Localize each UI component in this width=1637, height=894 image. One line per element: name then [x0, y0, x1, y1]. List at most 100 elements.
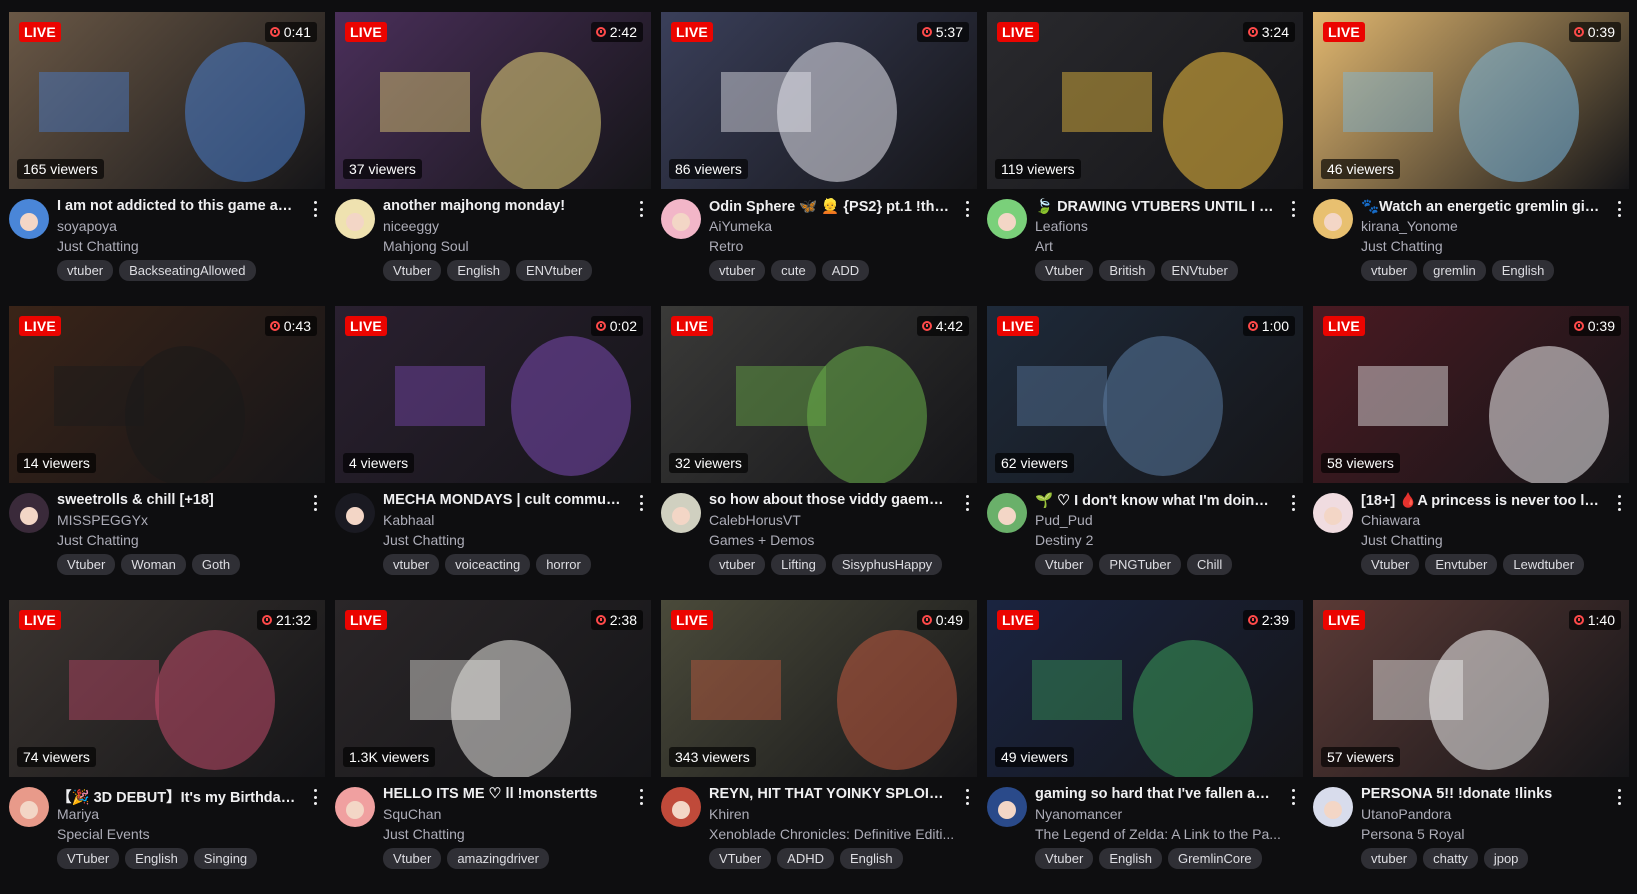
stream-card[interactable]: LIVE 4:42 32 viewers so how about those … — [661, 306, 977, 600]
category-link[interactable]: Special Events — [57, 826, 312, 842]
stream-card[interactable]: LIVE 1:00 62 viewers 🌱 ♡ I don't know wh… — [987, 306, 1303, 600]
avatar[interactable] — [987, 787, 1027, 827]
category-link[interactable]: Mahjong Soul — [383, 238, 638, 254]
avatar[interactable] — [1313, 787, 1353, 827]
tag[interactable]: Vtuber — [383, 260, 442, 281]
category-link[interactable]: The Legend of Zelda: A Link to the Pa... — [1035, 826, 1290, 842]
channel-name[interactable]: AiYumeka — [709, 218, 772, 234]
tag[interactable]: gremlin — [1423, 260, 1486, 281]
stream-card[interactable]: LIVE 2:42 37 viewers another majhong mon… — [335, 12, 651, 306]
avatar[interactable] — [1313, 199, 1353, 239]
tag[interactable]: Chill — [1186, 554, 1233, 575]
more-options-icon[interactable] — [637, 201, 645, 217]
category-link[interactable]: Just Chatting — [1361, 532, 1616, 548]
stream-title[interactable]: PERSONA 5!! !donate !links — [1361, 786, 1601, 802]
stream-title[interactable]: 🍃 DRAWING VTUBERS UNTIL I E... — [1035, 198, 1275, 215]
stream-thumbnail[interactable]: LIVE 2:42 37 viewers — [335, 12, 651, 189]
stream-thumbnail[interactable]: LIVE 5:37 86 viewers — [661, 12, 977, 189]
stream-title[interactable]: 🌱 ♡ I don't know what I'm doing ... — [1035, 492, 1275, 509]
stream-thumbnail[interactable]: LIVE 0:02 4 viewers — [335, 306, 651, 483]
stream-thumbnail[interactable]: LIVE 0:39 58 viewers — [1313, 306, 1629, 483]
category-link[interactable]: Just Chatting — [57, 532, 312, 548]
tag[interactable]: English — [1099, 848, 1162, 869]
stream-title[interactable]: REYN, HIT THAT YOINKY SPLOIN... — [709, 786, 949, 802]
category-link[interactable]: Just Chatting — [383, 826, 638, 842]
avatar[interactable] — [661, 493, 701, 533]
stream-title[interactable]: so how about those viddy gaems ... — [709, 492, 949, 508]
category-link[interactable]: Xenoblade Chronicles: Definitive Editi..… — [709, 826, 964, 842]
category-link[interactable]: Persona 5 Royal — [1361, 826, 1616, 842]
tag[interactable]: ADD — [821, 260, 870, 281]
tag[interactable]: English — [1491, 260, 1555, 281]
stream-card[interactable]: LIVE 0:02 4 viewers MECHA MONDAYS | cult… — [335, 306, 651, 600]
stream-title[interactable]: 【🎉 3D DEBUT】It's my Birthday!... — [57, 786, 297, 807]
tag[interactable]: English — [840, 848, 903, 869]
tag[interactable]: GremlinCore — [1167, 848, 1262, 869]
tag[interactable]: VTuber — [57, 848, 120, 869]
tag[interactable]: Envtuber — [1425, 554, 1498, 575]
tag[interactable]: Lifting — [771, 554, 826, 575]
category-link[interactable]: Just Chatting — [1361, 238, 1616, 254]
stream-card[interactable]: LIVE 0:43 14 viewers sweetrolls & chill … — [9, 306, 325, 600]
stream-card[interactable]: LIVE 5:37 86 viewers Odin Sphere 🦋 👱 {PS… — [661, 12, 977, 306]
avatar[interactable] — [335, 199, 375, 239]
stream-card[interactable]: LIVE 1:40 57 viewers PERSONA 5!! !donate… — [1313, 600, 1629, 894]
tag[interactable]: VTuber — [709, 848, 772, 869]
stream-thumbnail[interactable]: LIVE 0:41 165 viewers — [9, 12, 325, 189]
category-link[interactable]: Games + Demos — [709, 532, 964, 548]
channel-name[interactable]: Kabhaal — [383, 512, 434, 528]
tag[interactable]: English — [125, 848, 188, 869]
more-options-icon[interactable] — [311, 495, 319, 511]
stream-thumbnail[interactable]: LIVE 0:39 46 viewers — [1313, 12, 1629, 189]
tag[interactable]: Lewdtuber — [1503, 554, 1585, 575]
avatar[interactable] — [661, 787, 701, 827]
tag[interactable]: vtuber — [709, 554, 766, 575]
more-options-icon[interactable] — [963, 495, 971, 511]
channel-name[interactable]: MISSPEGGYx — [57, 512, 148, 528]
tag[interactable]: PNGTuber — [1099, 554, 1181, 575]
tag[interactable]: vtuber — [709, 260, 766, 281]
tag[interactable]: Vtuber — [383, 848, 442, 869]
channel-name[interactable]: Khiren — [709, 806, 749, 822]
avatar[interactable] — [335, 787, 375, 827]
channel-name[interactable]: Chiawara — [1361, 512, 1420, 528]
more-options-icon[interactable] — [1289, 495, 1297, 511]
avatar[interactable] — [9, 199, 49, 239]
stream-title[interactable]: sweetrolls & chill [+18] — [57, 492, 297, 508]
tag[interactable]: Vtuber — [1361, 554, 1420, 575]
channel-name[interactable]: kirana_Yonome — [1361, 218, 1458, 234]
stream-title[interactable]: another majhong monday! — [383, 198, 623, 214]
stream-card[interactable]: LIVE 21:32 74 viewers 【🎉 3D DEBUT】It's m… — [9, 600, 325, 894]
channel-name[interactable]: CalebHorusVT — [709, 512, 801, 528]
category-link[interactable]: Art — [1035, 238, 1290, 254]
stream-thumbnail[interactable]: LIVE 0:43 14 viewers — [9, 306, 325, 483]
more-options-icon[interactable] — [963, 201, 971, 217]
category-link[interactable]: Retro — [709, 238, 964, 254]
tag[interactable]: vtuber — [57, 260, 114, 281]
tag[interactable]: horror — [536, 554, 591, 575]
avatar[interactable] — [335, 493, 375, 533]
stream-card[interactable]: LIVE 0:49 343 viewers REYN, HIT THAT YOI… — [661, 600, 977, 894]
tag[interactable]: SisyphusHappy — [831, 554, 943, 575]
more-options-icon[interactable] — [311, 789, 319, 805]
channel-name[interactable]: Leafions — [1035, 218, 1088, 234]
more-options-icon[interactable] — [637, 789, 645, 805]
tag[interactable]: ADHD — [777, 848, 834, 869]
avatar[interactable] — [987, 199, 1027, 239]
stream-title[interactable]: 🐾Watch an energetic gremlin girl... — [1361, 198, 1601, 215]
stream-card[interactable]: LIVE 0:39 46 viewers 🐾Watch an energetic… — [1313, 12, 1629, 306]
stream-title[interactable]: gaming so hard that I've fallen an... — [1035, 786, 1275, 802]
tag[interactable]: Vtuber — [1035, 260, 1094, 281]
category-link[interactable]: Just Chatting — [57, 238, 312, 254]
channel-name[interactable]: SquChan — [383, 806, 441, 822]
channel-name[interactable]: Pud_Pud — [1035, 512, 1093, 528]
tag[interactable]: British — [1099, 260, 1156, 281]
tag[interactable]: vtuber — [1361, 260, 1418, 281]
channel-name[interactable]: soyapoya — [57, 218, 117, 234]
tag[interactable]: chatty — [1423, 848, 1478, 869]
channel-name[interactable]: Mariya — [57, 806, 99, 822]
stream-card[interactable]: LIVE 0:41 165 viewers I am not addicted … — [9, 12, 325, 306]
channel-name[interactable]: UtanoPandora — [1361, 806, 1451, 822]
stream-thumbnail[interactable]: LIVE 21:32 74 viewers — [9, 600, 325, 777]
more-options-icon[interactable] — [1615, 789, 1623, 805]
